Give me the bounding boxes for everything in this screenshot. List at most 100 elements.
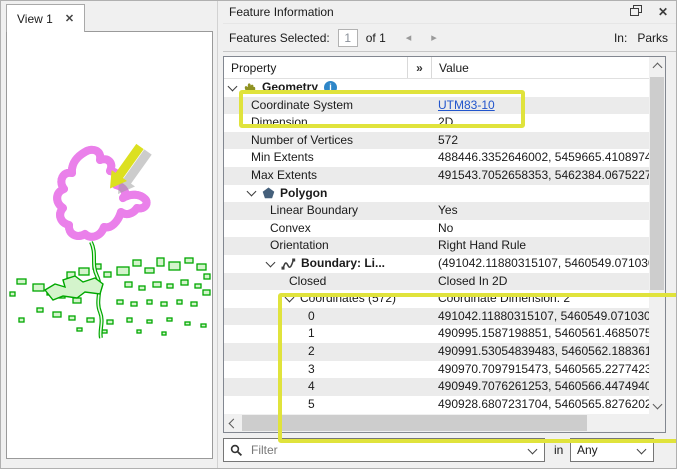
filter-input[interactable] (249, 442, 523, 458)
property-column-header[interactable]: Property (224, 57, 408, 78)
next-feature-button[interactable]: ▸ (431, 31, 437, 44)
parks-layer[interactable] (10, 258, 210, 335)
park-polygon[interactable] (117, 267, 129, 275)
park-polygon[interactable] (17, 279, 26, 284)
map-viewport[interactable] (6, 31, 213, 459)
property-row-0[interactable]: 0491042.11880315107, 5460549.071030998 (224, 308, 649, 326)
property-row-1[interactable]: 1490995.1587198851, 5460561.468507527 (224, 325, 649, 343)
park-polygon[interactable] (107, 320, 113, 324)
park-polygon[interactable] (191, 302, 197, 306)
scroll-right-button[interactable] (649, 414, 665, 432)
vertical-scrollbar[interactable] (649, 57, 665, 414)
park-polygon[interactable] (147, 300, 152, 304)
park-polygon[interactable] (133, 260, 141, 266)
scroll-down-button[interactable] (649, 397, 665, 414)
float-panel-button[interactable] (630, 5, 642, 19)
park-polygon[interactable] (197, 264, 206, 270)
scroll-up-button[interactable] (649, 57, 665, 74)
previous-feature-button[interactable]: ◂ (406, 31, 412, 44)
horizontal-scrollbar[interactable] (224, 414, 665, 432)
property-row-polygon[interactable]: Polygon (224, 185, 649, 203)
park-polygon[interactable] (19, 318, 24, 322)
park-polygon[interactable] (185, 322, 190, 325)
park-polygon[interactable] (53, 312, 61, 317)
value-cell: 491543.7052658353, 5462384.06752277 (424, 167, 649, 185)
property-row-5[interactable]: 5490928.6807231704, 5460565.827620243 (224, 396, 649, 414)
park-polygon[interactable] (169, 262, 180, 270)
info-icon[interactable]: i (324, 81, 337, 94)
park-polygon[interactable] (10, 292, 15, 296)
coordinate-system-link[interactable]: UTM83-10 (438, 98, 495, 112)
park-polygon[interactable] (69, 316, 75, 320)
park-polygon[interactable] (102, 330, 107, 333)
table-header: Property » Value (224, 57, 649, 79)
property-row-boundary-li-[interactable]: Boundary: Li...(491042.11880315107, 5460… (224, 255, 649, 273)
pane-splitter[interactable] (217, 1, 218, 469)
vertical-scroll-thumb[interactable] (650, 77, 664, 290)
park-polygon[interactable] (125, 282, 132, 287)
park-polygon[interactable] (145, 268, 154, 273)
horizontal-scroll-thumb[interactable] (242, 415, 587, 431)
property-row-orientation[interactable]: OrientationRight Hand Rule (224, 237, 649, 255)
property-row-coordinate-system[interactable]: Coordinate SystemUTM83-10 (224, 97, 649, 115)
park-cluster[interactable] (45, 276, 103, 300)
expander-chevron-down-icon[interactable] (247, 187, 257, 197)
filter-scope-dropdown[interactable]: Any (570, 438, 654, 462)
expander-chevron-down-icon[interactable] (228, 81, 238, 91)
scroll-left-button[interactable] (224, 414, 240, 432)
property-row-linear-boundary[interactable]: Linear BoundaryYes (224, 202, 649, 220)
park-polygon[interactable] (157, 258, 164, 266)
tab-view-1[interactable]: View 1 ✕ (6, 4, 85, 32)
filter-dropdown-chevron-icon[interactable] (528, 444, 538, 454)
tab-close-icon[interactable]: ✕ (65, 12, 74, 25)
value-column-header[interactable]: Value (432, 57, 649, 78)
park-polygon[interactable] (161, 302, 167, 306)
park-polygon[interactable] (153, 282, 161, 287)
park-polygon[interactable] (185, 258, 193, 263)
park-polygon[interactable] (162, 332, 166, 335)
park-polygon[interactable] (87, 318, 94, 322)
park-polygon[interactable] (37, 308, 43, 312)
park-polygon[interactable] (177, 300, 182, 304)
park-polygon[interactable] (139, 286, 145, 290)
property-label: Boundary: Li... (301, 255, 385, 273)
property-row-coordinates-572-[interactable]: Coordinates (572)Coordinate Dimension: 2 (224, 290, 649, 308)
expander-chevron-down-icon[interactable] (285, 292, 295, 302)
park-polygon[interactable] (201, 324, 206, 327)
property-row-closed[interactable]: ClosedClosed In 2D (224, 273, 649, 291)
park-polygon[interactable] (195, 284, 201, 288)
expand-column-header[interactable]: » (408, 57, 432, 78)
park-polygon[interactable] (127, 318, 132, 322)
property-label: Closed (289, 273, 326, 291)
property-row-number-of-vertices[interactable]: Number of Vertices572 (224, 132, 649, 150)
property-row-2[interactable]: 2490991.53054839483, 5460562.188361003 (224, 343, 649, 361)
polygon-icon (262, 187, 275, 199)
property-row-convex[interactable]: ConvexNo (224, 220, 649, 238)
property-row-min-extents[interactable]: Min Extents488446.3352646002, 5459665.41… (224, 149, 649, 167)
layer-name: Parks (637, 31, 668, 45)
park-polygon[interactable] (33, 284, 44, 291)
property-row-3[interactable]: 3490970.7097915473, 5460565.227742346 (224, 361, 649, 379)
property-row-max-extents[interactable]: Max Extents491543.7052658353, 5462384.06… (224, 167, 649, 185)
park-polygon[interactable] (104, 272, 111, 277)
park-polygon[interactable] (79, 268, 89, 275)
park-polygon[interactable] (181, 280, 188, 285)
park-polygon[interactable] (204, 274, 210, 279)
park-polygon[interactable] (167, 284, 173, 288)
park-polygon[interactable] (147, 320, 152, 323)
park-polygon[interactable] (203, 290, 210, 295)
property-row-geometry[interactable]: Geometryi (224, 79, 649, 97)
close-panel-button[interactable]: ✕ (658, 5, 668, 19)
panel-title: Feature Information (229, 5, 334, 19)
park-polygon[interactable] (77, 328, 82, 331)
park-polygon[interactable] (73, 298, 81, 303)
park-polygon[interactable] (137, 330, 141, 333)
property-row-4[interactable]: 4490949.7076261253, 5460566.447494069 (224, 378, 649, 396)
expander-chevron-down-icon[interactable] (266, 257, 276, 267)
park-polygon[interactable] (131, 302, 137, 306)
property-row-dimension[interactable]: Dimension2D (224, 114, 649, 132)
filter-combobox[interactable] (223, 438, 545, 462)
feature-index-field[interactable]: 1 (338, 29, 358, 47)
park-polygon[interactable] (167, 318, 172, 321)
park-polygon[interactable] (117, 300, 123, 304)
